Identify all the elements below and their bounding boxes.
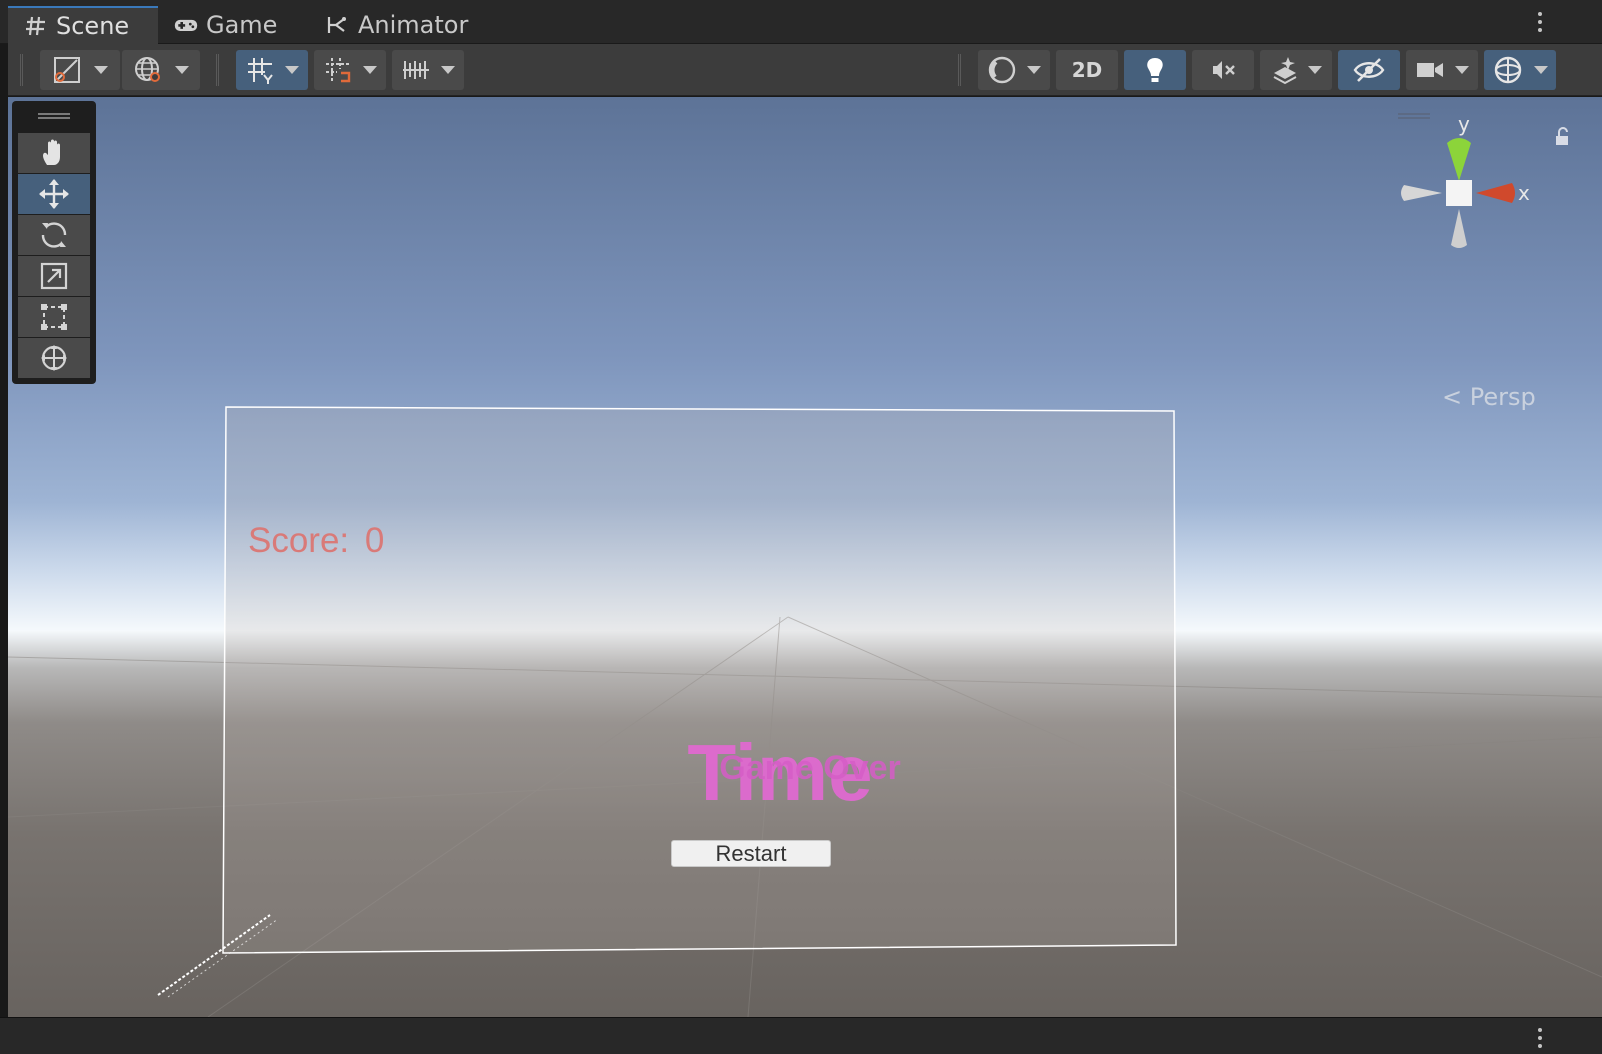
sphere-shading-icon xyxy=(988,56,1016,84)
ruler-snap-icon xyxy=(403,61,429,79)
mode-2d-label: 2D xyxy=(1071,58,1103,82)
tab-menu-kebab-icon[interactable] xyxy=(1537,12,1543,32)
score-label: Score: xyxy=(248,521,350,560)
camera-settings-dropdown[interactable] xyxy=(1406,50,1478,90)
gizmo-x-label: x xyxy=(1518,181,1530,205)
grid-snapping-dropdown[interactable] xyxy=(314,50,386,90)
transform-tool-button[interactable] xyxy=(18,338,90,378)
shading-mode-dropdown[interactable] xyxy=(978,50,1050,90)
grid-hash-icon xyxy=(26,16,45,36)
gizmo-x-axis-cone[interactable] xyxy=(1476,183,1515,203)
grid-visibility-dropdown[interactable] xyxy=(236,50,308,90)
gizmo-center-cube[interactable] xyxy=(1446,180,1472,206)
orientation-gizmo[interactable]: y x xyxy=(1398,115,1548,265)
global-local-dropdown[interactable] xyxy=(122,50,200,90)
gizmo-neg-x-cone[interactable] xyxy=(1401,185,1442,201)
audio-mute-icon xyxy=(1213,61,1235,79)
score-text: Score: 0 xyxy=(248,521,384,561)
projection-toggle[interactable]: < Persp xyxy=(1442,383,1536,411)
toolbar-grip[interactable] xyxy=(216,54,219,86)
eye-hidden-icon xyxy=(1353,58,1385,82)
scene-toolbar: 2D xyxy=(8,44,1602,96)
lightbulb-icon xyxy=(1147,58,1163,82)
tab-scene-label: Scene xyxy=(56,12,130,40)
scene-lighting-toggle[interactable] xyxy=(1124,50,1186,90)
rotate-tool-icon xyxy=(41,222,67,248)
mode-2d-button[interactable]: 2D xyxy=(1056,50,1118,90)
scene-viewport[interactable]: Score: 0 Time Game Over Restart y x < Pe… xyxy=(8,97,1602,1017)
draw-mode-icon xyxy=(54,57,80,83)
effects-dropdown[interactable] xyxy=(1260,50,1332,90)
rect-tool-icon xyxy=(41,304,67,330)
camera-icon xyxy=(1417,63,1443,77)
game-over-text: Game Over xyxy=(719,749,901,787)
gizmos-dropdown[interactable] xyxy=(1484,50,1556,90)
draw-mode-dropdown[interactable] xyxy=(40,50,120,90)
toolbar-grip[interactable] xyxy=(20,54,23,86)
tab-animator-label: Animator xyxy=(358,11,469,39)
gamepad-icon xyxy=(174,19,198,31)
gizmo-lock-icon[interactable] xyxy=(1554,127,1570,147)
tab-bar: Scene Game Animator xyxy=(0,0,1602,44)
hand-tool-icon xyxy=(43,139,60,165)
scene-audio-toggle[interactable] xyxy=(1192,50,1254,90)
score-value: 0 xyxy=(364,521,385,560)
toolbar-grip[interactable] xyxy=(958,54,961,86)
effects-icon xyxy=(1273,57,1297,85)
tool-palette-handle[interactable] xyxy=(38,113,70,119)
gizmo-y-label: y xyxy=(1458,115,1470,136)
move-tool-button[interactable] xyxy=(18,174,90,214)
increment-snapping-dropdown[interactable] xyxy=(392,50,464,90)
global-local-icon xyxy=(135,57,160,82)
grid-snap-icon xyxy=(248,58,273,84)
gizmo-y-axis-cone[interactable] xyxy=(1447,138,1471,181)
tab-scene[interactable]: Scene xyxy=(8,6,158,44)
rect-tool-button[interactable] xyxy=(18,297,90,337)
scale-tool-icon xyxy=(40,262,68,290)
restart-button[interactable]: Restart xyxy=(671,840,831,867)
scene-visibility-toggle[interactable] xyxy=(1338,50,1400,90)
increment-snap-icon xyxy=(326,58,351,83)
tab-game[interactable]: Game xyxy=(174,6,304,44)
tab-animator[interactable]: Animator xyxy=(326,6,476,44)
transform-tool-icon xyxy=(41,345,67,371)
bottom-bar xyxy=(0,1017,1602,1054)
persp-chevron-icon: < xyxy=(1442,383,1463,411)
gizmo-neg-y-cone[interactable] xyxy=(1451,209,1467,248)
tab-game-label: Game xyxy=(206,11,278,39)
tool-palette xyxy=(12,101,96,384)
animator-icon xyxy=(327,17,346,33)
gizmo-globe-icon xyxy=(1494,56,1522,84)
move-tool-icon xyxy=(39,179,69,209)
scale-tool-button[interactable] xyxy=(18,256,90,296)
rotate-tool-button[interactable] xyxy=(18,215,90,255)
hand-tool-button[interactable] xyxy=(18,133,90,173)
bottom-menu-kebab-icon[interactable] xyxy=(1537,1028,1543,1048)
projection-label: Persp xyxy=(1469,383,1536,411)
